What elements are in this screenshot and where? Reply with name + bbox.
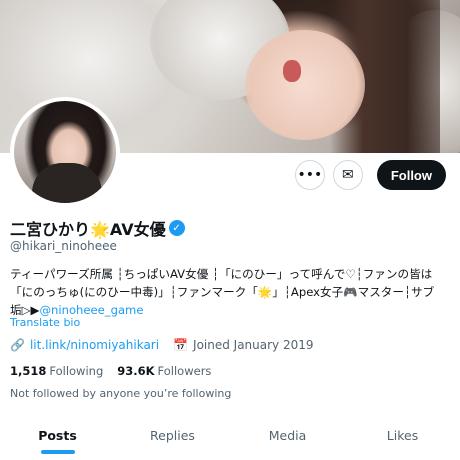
display-name: 二宮ひかり🌟AV女優: [10, 220, 166, 239]
website-item: 🔗 lit.link/ninomiyahikari: [10, 338, 159, 352]
tab-posts[interactable]: Posts: [0, 410, 115, 460]
profile-tabs: Posts Replies Media Likes: [0, 410, 460, 460]
joined-date: Joined January 2019: [193, 338, 314, 352]
name-row: 二宮ひかり🌟AV女優 ✓: [10, 216, 185, 240]
tab-replies[interactable]: Replies: [115, 410, 230, 460]
followers-count: 93.6K: [117, 364, 155, 378]
banner-face: [245, 30, 365, 140]
message-button[interactable]: ✉: [332, 160, 363, 190]
link-icon: 🔗: [10, 338, 25, 352]
joined-item: 📅 Joined January 2019: [173, 338, 313, 352]
avatar-coat: [32, 163, 102, 203]
not-followed-note: Not followed by anyone you’re following: [10, 387, 232, 400]
following-count: 1,518: [10, 364, 47, 378]
profile-actions: ••• ✉ Follow: [294, 160, 446, 190]
calendar-icon: 📅: [173, 338, 189, 352]
more-options-button[interactable]: •••: [294, 160, 325, 190]
follow-counts: 1,518 Following 93.6K Followers: [10, 364, 211, 378]
handle: @hikari_ninoheee: [10, 239, 117, 253]
bio-line: ティーパワーズ所属 ┆ちっぱいAV女優 ┆「にのひー」って呼んで♡┆ファンの皆は: [10, 267, 433, 281]
profile-bio: ティーパワーズ所属 ┆ちっぱいAV女優 ┆「にのひー」って呼んで♡┆ファンの皆は…: [10, 265, 455, 319]
tab-likes[interactable]: Likes: [345, 410, 460, 460]
translate-bio-link[interactable]: Translate bio: [10, 316, 80, 329]
bio-line: 「にのっちゅ(にのひー中毒)」┆ファンマーク「🌟」┆Apex女子🎮マスター┆サブ: [10, 285, 435, 299]
bio-line-text: 垢▷▶: [10, 303, 40, 317]
tab-media[interactable]: Media: [230, 410, 345, 460]
banner-lips: [283, 60, 301, 82]
follow-button[interactable]: Follow: [376, 160, 446, 190]
following-link[interactable]: 1,518 Following: [10, 364, 103, 378]
website-link[interactable]: lit.link/ninomiyahikari: [30, 338, 159, 352]
bio-mention-link[interactable]: @ninoheee_game: [39, 303, 143, 317]
profile-avatar[interactable]: [10, 97, 120, 207]
verified-badge-icon[interactable]: ✓: [168, 220, 185, 236]
following-label: Following: [49, 364, 104, 378]
profile-meta: 🔗 lit.link/ninomiyahikari 📅 Joined Janua…: [10, 338, 328, 352]
followers-label: Followers: [157, 364, 212, 378]
followers-link[interactable]: 93.6K Followers: [117, 364, 211, 378]
envelope-icon: ✉: [341, 167, 354, 183]
more-icon: •••: [297, 167, 323, 183]
